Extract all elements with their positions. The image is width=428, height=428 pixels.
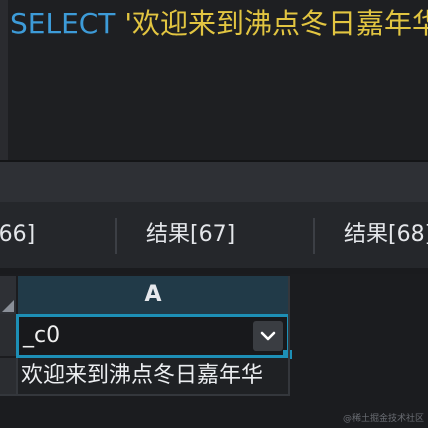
tab-result-66[interactable]: 结果[66] bbox=[0, 202, 35, 268]
grid-line bbox=[16, 358, 18, 396]
grid-line bbox=[0, 394, 290, 396]
tab-separator bbox=[115, 218, 117, 254]
results-panel-header bbox=[0, 162, 428, 202]
column-header-label: A bbox=[144, 282, 162, 307]
tab-label: 结果[68] bbox=[344, 222, 428, 247]
tab-label: 结果[67] bbox=[146, 222, 236, 247]
results-grid: A _c0 欢迎来到沸点冬日嘉年华 @稀土掘金技术社区 bbox=[0, 274, 428, 428]
column-filter-cell[interactable]: _c0 bbox=[16, 314, 290, 358]
table-cell[interactable]: 欢迎来到沸点冬日嘉年华 bbox=[18, 358, 288, 394]
tab-separator bbox=[313, 218, 315, 254]
select-all-triangle-icon bbox=[2, 300, 14, 312]
grid-line bbox=[288, 276, 290, 396]
results-tab-bar: 结果[66] 结果[67] 结果[68] bbox=[0, 202, 428, 268]
column-filter-value: _c0 bbox=[23, 323, 61, 348]
cell-value: 欢迎来到沸点冬日嘉年华 bbox=[21, 363, 264, 388]
column-header-a[interactable]: A bbox=[18, 276, 288, 314]
code-line[interactable]: SELECT '欢迎来到沸点冬日嘉年华' bbox=[10, 6, 428, 42]
chevron-down-icon bbox=[260, 331, 276, 341]
app-window: SELECT '欢迎来到沸点冬日嘉年华' 结果[66] 结果[67] 结果[68… bbox=[0, 0, 428, 428]
watermark: @稀土掘金技术社区 bbox=[342, 414, 424, 424]
tab-label: 结果[66] bbox=[0, 222, 36, 247]
select-all-corner[interactable] bbox=[0, 276, 16, 314]
editor-gutter bbox=[0, 0, 8, 160]
row-header-1[interactable] bbox=[0, 358, 16, 394]
row-header-filter[interactable] bbox=[0, 314, 16, 356]
tab-result-68[interactable]: 结果[68] bbox=[344, 202, 428, 268]
sql-editor[interactable]: SELECT '欢迎来到沸点冬日嘉年华' bbox=[0, 0, 428, 160]
sql-keyword: SELECT bbox=[10, 7, 116, 40]
filter-dropdown-button[interactable] bbox=[253, 321, 283, 351]
tab-result-67[interactable]: 结果[67] bbox=[146, 202, 235, 268]
sql-string-literal: '欢迎来到沸点冬日嘉年华' bbox=[124, 7, 428, 40]
